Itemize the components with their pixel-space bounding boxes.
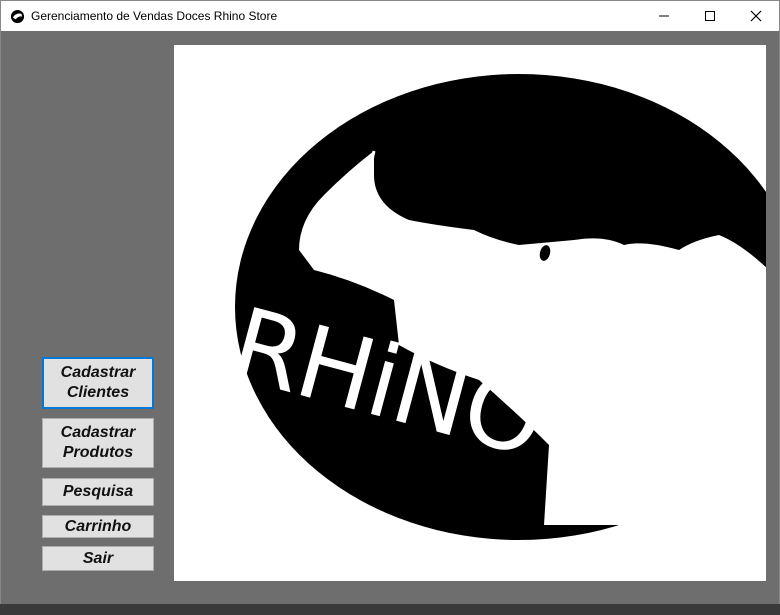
cadastrar-produtos-label: Cadastrar Produtos [60, 424, 136, 461]
carrinho-label: Carrinho [64, 517, 132, 535]
rhino-logo: RHiNO [220, 74, 766, 540]
logo-panel: RHiNO [174, 45, 766, 581]
minimize-icon [659, 15, 669, 17]
maximize-button[interactable] [687, 1, 733, 31]
sair-button[interactable]: Sair [42, 546, 154, 571]
window-title: Gerenciamento de Vendas Doces Rhino Stor… [31, 9, 278, 23]
cadastrar-clientes-button[interactable]: Cadastrar Clientes [42, 357, 154, 409]
app-icon [10, 9, 25, 24]
app-window: Gerenciamento de Vendas Doces Rhino Stor… [0, 0, 780, 605]
title-bar[interactable]: Gerenciamento de Vendas Doces Rhino Stor… [1, 1, 779, 31]
client-area: RHiNO Cadastrar Clientes Cadastrar Produ… [1, 31, 779, 604]
pesquisa-button[interactable]: Pesquisa [42, 478, 154, 506]
desktop-strip [0, 604, 780, 615]
maximize-icon [705, 11, 715, 21]
pesquisa-label: Pesquisa [62, 483, 134, 500]
minimize-button[interactable] [641, 1, 687, 31]
cadastrar-produtos-button[interactable]: Cadastrar Produtos [42, 418, 154, 468]
close-icon [750, 10, 762, 22]
cadastrar-clientes-label: Cadastrar Clientes [60, 364, 136, 401]
close-button[interactable] [733, 1, 779, 31]
carrinho-button[interactable]: Carrinho [42, 515, 154, 538]
sair-label: Sair [82, 549, 114, 567]
